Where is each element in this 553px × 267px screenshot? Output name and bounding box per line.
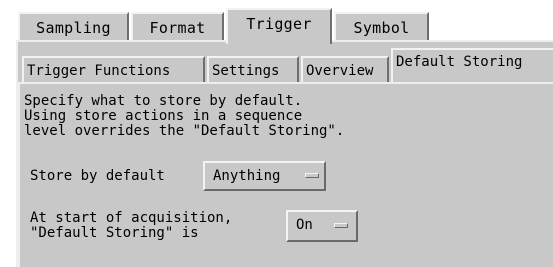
default-storing-state-value: On (296, 217, 313, 233)
store-by-default-value: Anything (213, 168, 281, 184)
tab-trigger[interactable]: Trigger (226, 8, 332, 44)
subtab-trigger-functions[interactable]: Trigger Functions (22, 56, 205, 82)
description-text: Specify what to store by default. Using … (24, 93, 345, 139)
tab-symbol[interactable]: Symbol (334, 12, 429, 42)
subtab-overview[interactable]: Overview (301, 56, 389, 82)
tab-format[interactable]: Format (131, 12, 224, 42)
tab-sampling[interactable]: Sampling (18, 12, 129, 42)
default-storing-dialog: Sampling Format Trigger Symbol Trigger F… (0, 0, 553, 267)
dropdown-indicator-icon (334, 223, 348, 228)
store-by-default-label: Store by default (30, 168, 165, 184)
default-storing-state-dropdown[interactable]: On (286, 210, 358, 242)
subtab-default-storing[interactable]: Default Storing (391, 48, 553, 82)
start-of-acquisition-label: At start of acquisition, "Default Storin… (30, 210, 233, 241)
subtab-settings[interactable]: Settings (207, 56, 299, 82)
store-by-default-dropdown[interactable]: Anything (203, 161, 326, 191)
dropdown-indicator-icon (305, 173, 319, 178)
